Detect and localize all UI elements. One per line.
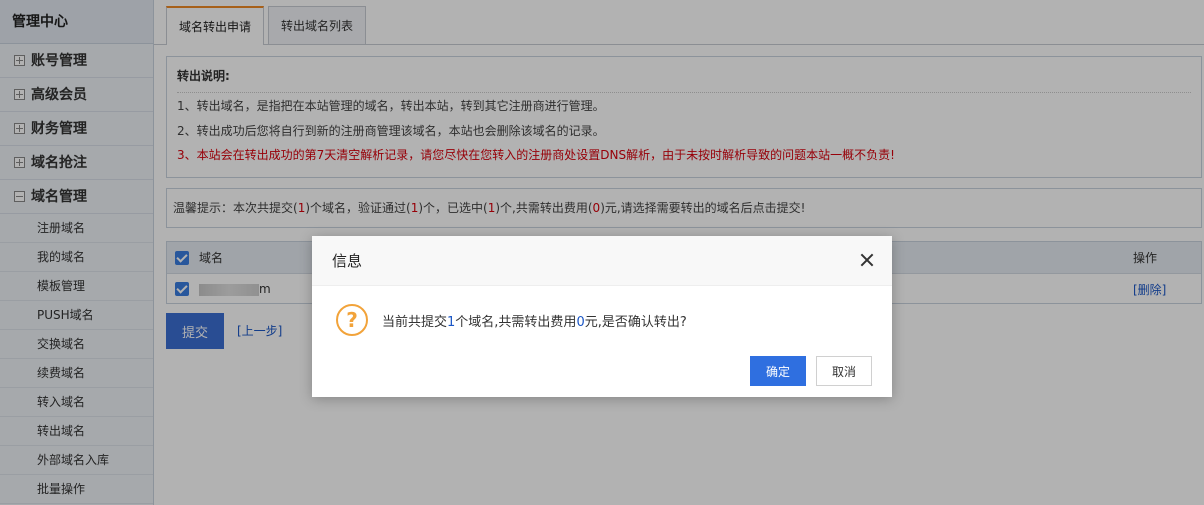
cancel-button[interactable]: 取消 bbox=[816, 356, 872, 386]
dialog-message: 当前共提交1个域名,共需转出费用0元,是否确认转出? bbox=[382, 314, 687, 330]
dialog-title: 信息 bbox=[332, 252, 363, 270]
question-icon: ? bbox=[336, 304, 368, 336]
confirm-dialog: 信息 ? 当前共提交1个域名,共需转出费用0元,是否确认转出? 确定 取消 bbox=[312, 236, 892, 397]
dialog-body: ? 当前共提交1个域名,共需转出费用0元,是否确认转出? bbox=[336, 304, 687, 336]
close-icon[interactable] bbox=[860, 253, 874, 267]
confirm-button[interactable]: 确定 bbox=[750, 356, 806, 386]
dialog-header: 信息 bbox=[312, 236, 892, 286]
